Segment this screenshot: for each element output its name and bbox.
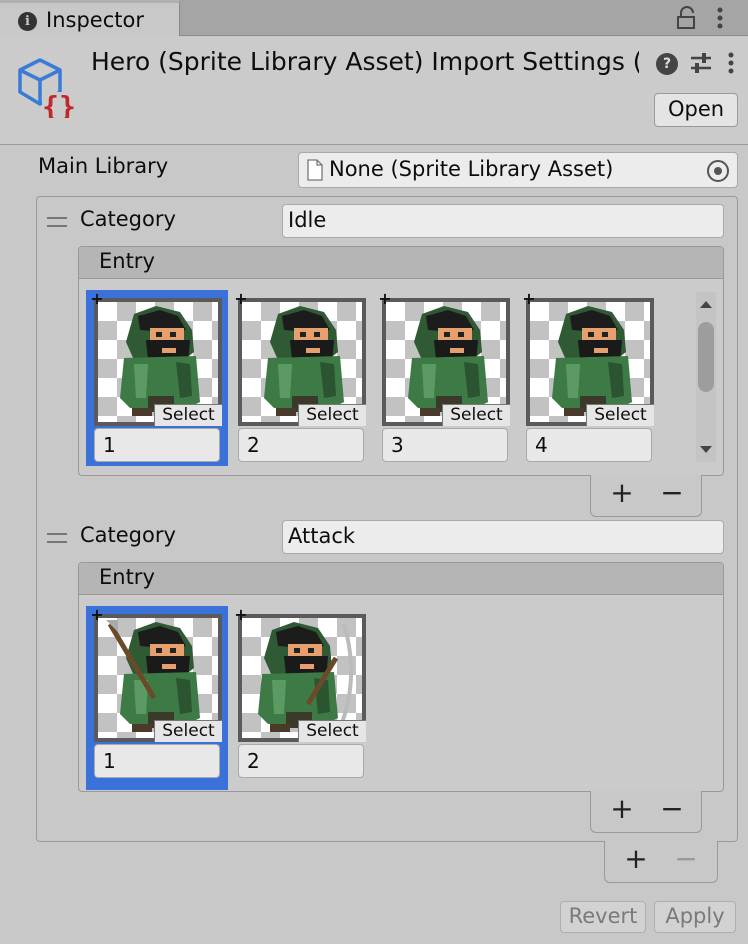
plus-icon: + <box>378 289 392 308</box>
entry-header-label: Entry <box>99 565 155 589</box>
sprite-library-asset-icon: {} <box>18 58 76 118</box>
sprite-thumbnail[interactable]: Select + <box>378 291 510 426</box>
inspector-header: {} Hero (Sprite Library Asset) Import Se… <box>0 37 748 145</box>
sprite-thumbnail[interactable]: Select + <box>522 291 654 426</box>
open-button[interactable]: Open <box>654 93 738 127</box>
entry-list-footer: + − <box>590 475 702 517</box>
entry-slot[interactable]: Select + 1 <box>86 606 228 790</box>
vertical-scrollbar[interactable] <box>696 292 716 462</box>
entry-slot[interactable]: Select + 4 <box>518 290 660 466</box>
drag-handle-icon[interactable] <box>47 533 67 543</box>
drag-handle-icon[interactable] <box>47 217 67 227</box>
tab-bar: i Inspector <box>0 0 748 36</box>
plus-icon: + <box>90 289 104 308</box>
svg-text:{}: {} <box>42 90 76 118</box>
add-entry-button[interactable]: + <box>607 795 637 825</box>
main-library-label: Main Library <box>38 154 169 178</box>
entry-name-field[interactable]: 2 <box>238 428 364 462</box>
entry-name-field[interactable]: 1 <box>94 744 220 778</box>
info-icon: i <box>18 12 37 31</box>
main-library-field[interactable]: None (Sprite Library Asset) <box>298 152 738 188</box>
tab-title: Inspector <box>46 8 144 32</box>
select-button[interactable]: Select <box>586 404 654 426</box>
file-icon <box>307 159 323 181</box>
sprite-thumbnail[interactable]: Select + <box>234 607 366 742</box>
select-button[interactable]: Select <box>298 720 366 742</box>
remove-entry-button[interactable]: − <box>657 795 687 825</box>
main-library-value: None (Sprite Library Asset) <box>329 157 614 181</box>
sprite-thumbnail[interactable]: Select + <box>234 291 366 426</box>
tab-inspector[interactable]: i Inspector <box>0 0 180 36</box>
category-label: Category <box>80 207 176 231</box>
entry-header-label: Entry <box>99 249 155 273</box>
remove-entry-button[interactable]: − <box>657 479 687 509</box>
entry-slot[interactable]: Select + 3 <box>374 290 516 466</box>
entry-slot[interactable]: Select + 2 <box>230 606 372 782</box>
plus-icon: + <box>90 605 104 624</box>
select-button[interactable]: Select <box>442 404 510 426</box>
select-button[interactable]: Select <box>154 404 222 426</box>
apply-button[interactable]: Apply <box>654 901 736 933</box>
scrollbar-thumb[interactable] <box>698 322 714 392</box>
sprite-thumbnail[interactable]: Select + <box>90 291 222 426</box>
kebab-menu-icon[interactable] <box>713 6 727 30</box>
help-icon[interactable]: ? <box>656 53 678 75</box>
scroll-up-arrow-icon[interactable] <box>696 296 716 312</box>
plus-icon: + <box>234 289 248 308</box>
sprite-thumbnail[interactable]: Select + <box>90 607 222 742</box>
header-title: Hero (Sprite Library Asset) Import Setti… <box>91 47 639 76</box>
entry-slot[interactable]: Select + 1 <box>86 290 228 466</box>
entry-name-field[interactable]: 2 <box>238 744 364 778</box>
entry-list-footer: + − <box>590 791 702 833</box>
entry-header: Entry <box>79 563 723 595</box>
category-list-footer: + − <box>604 841 718 883</box>
kebab-menu-icon[interactable] <box>725 51 737 75</box>
presets-icon[interactable] <box>689 51 713 75</box>
select-button[interactable]: Select <box>154 720 222 742</box>
category-name-field[interactable]: Attack <box>282 520 724 554</box>
revert-button[interactable]: Revert <box>560 901 646 933</box>
object-picker-icon[interactable] <box>707 160 729 182</box>
category-label: Category <box>80 523 176 547</box>
select-button[interactable]: Select <box>298 404 366 426</box>
plus-icon: + <box>234 605 248 624</box>
entry-name-field[interactable]: 3 <box>382 428 508 462</box>
entry-name-field[interactable]: 4 <box>526 428 652 462</box>
remove-category-button[interactable]: − <box>671 845 701 875</box>
add-category-button[interactable]: + <box>621 845 651 875</box>
entry-name-field[interactable]: 1 <box>94 428 220 462</box>
entry-slot[interactable]: Select + 2 <box>230 290 372 466</box>
lock-icon[interactable] <box>676 6 698 30</box>
add-entry-button[interactable]: + <box>607 479 637 509</box>
category-name-field[interactable]: Idle <box>282 204 724 238</box>
scroll-down-arrow-icon[interactable] <box>696 442 716 458</box>
entry-header: Entry <box>79 247 723 279</box>
plus-icon: + <box>522 289 536 308</box>
